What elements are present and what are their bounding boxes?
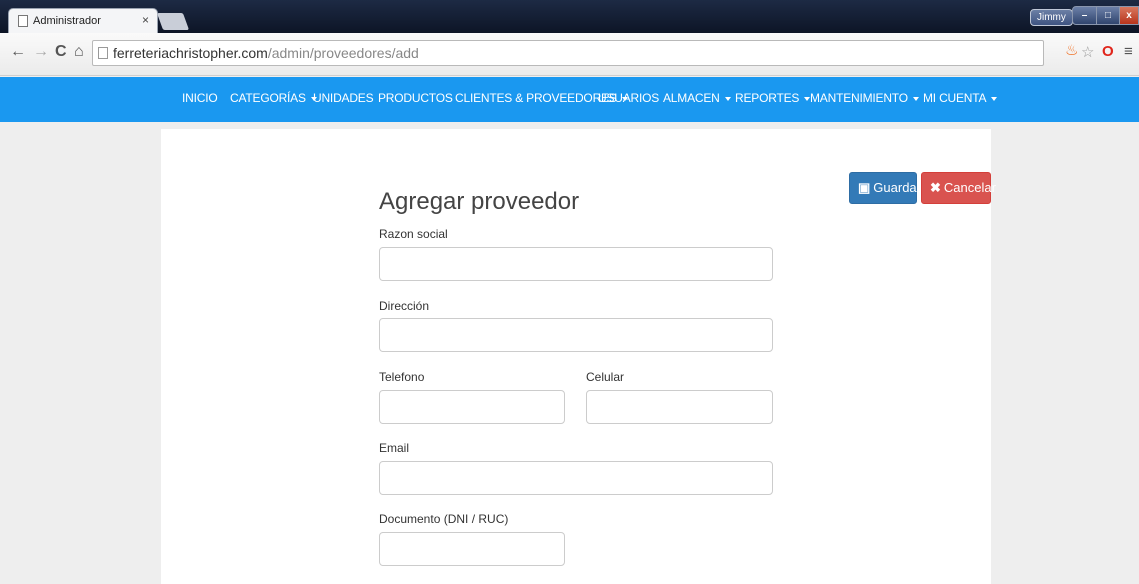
nav-label: INICIO: [182, 91, 218, 105]
nav-label: CLIENTES & PROVEEDORES: [455, 91, 617, 105]
razon-social-label: Razon social: [379, 227, 448, 241]
page-icon: [18, 15, 28, 27]
nav-almacen[interactable]: ALMACEN: [663, 91, 731, 105]
nav-label: CATEGORÍAS: [230, 91, 306, 105]
main-navbar: INICIO CATEGORÍAS UNIDADES PRODUCTOS CLI…: [0, 77, 1139, 122]
telefono-label: Telefono: [379, 370, 425, 384]
nav-label: UNIDADES: [313, 91, 374, 105]
caret-down-icon: [912, 96, 919, 101]
url-domain: ferreteriachristopher.com: [113, 45, 268, 61]
tab-close-icon[interactable]: ×: [142, 13, 149, 27]
close-icon: ✖: [930, 180, 941, 195]
page-icon: [98, 47, 108, 59]
documento-label: Documento (DNI / RUC): [379, 512, 509, 526]
floppy-disk-icon: ▣: [858, 180, 871, 195]
tab-title: Administrador: [33, 15, 101, 27]
browser-title-bar: Administrador × Jimmy – □ x: [0, 0, 1139, 33]
nav-label: ALMACEN: [663, 91, 720, 105]
new-tab-button[interactable]: [156, 13, 190, 30]
forward-icon[interactable]: →: [33, 43, 49, 61]
opera-extension-icon[interactable]: O: [1102, 43, 1114, 60]
browser-tab[interactable]: Administrador ×: [8, 8, 158, 33]
documento-input[interactable]: [379, 532, 565, 566]
save-label: Guardar: [873, 180, 921, 195]
direccion-label: Dirección: [379, 299, 430, 313]
browser-toolbar: ← → C ⌂ ferreteriachristopher.com/admin/…: [0, 33, 1139, 76]
nav-label: PRODUCTOS: [378, 91, 453, 105]
nav-label: MI CUENTA: [923, 91, 987, 105]
nav-productos[interactable]: PRODUCTOS: [378, 91, 453, 105]
nav-mi-cuenta[interactable]: MI CUENTA: [923, 91, 998, 105]
razon-social-input[interactable]: [379, 247, 773, 281]
nav-unidades[interactable]: UNIDADES: [313, 91, 374, 105]
menu-icon[interactable]: ≡: [1124, 43, 1133, 60]
email-label: Email: [379, 441, 410, 455]
home-icon[interactable]: ⌂: [74, 43, 84, 61]
minimize-button[interactable]: –: [1072, 6, 1097, 25]
reload-icon[interactable]: C: [55, 43, 67, 61]
nav-label: USUARIOS: [598, 91, 660, 105]
address-bar[interactable]: ferreteriachristopher.com/admin/proveedo…: [92, 40, 1044, 66]
celular-label: Celular: [586, 370, 625, 384]
save-button[interactable]: ▣ Guardar: [849, 172, 921, 204]
close-window-button[interactable]: x: [1119, 6, 1139, 25]
cancel-button[interactable]: ✖ Cancelar: [921, 172, 996, 204]
nav-label: MANTENIMIENTO: [810, 91, 908, 105]
nav-categorias[interactable]: CATEGORÍAS: [230, 91, 317, 105]
nav-mantenimiento[interactable]: MANTENIMIENTO: [810, 91, 919, 105]
maximize-button[interactable]: □: [1096, 6, 1120, 25]
caret-down-icon: [724, 96, 731, 101]
url-path: /admin/proveedores/add: [267, 45, 419, 61]
profile-button[interactable]: Jimmy: [1030, 9, 1073, 26]
email-input[interactable]: [379, 461, 773, 495]
nav-usuarios[interactable]: USUARIOS: [598, 91, 659, 105]
telefono-input[interactable]: [379, 390, 565, 424]
nav-reportes[interactable]: REPORTES: [735, 91, 811, 105]
caret-down-icon: [991, 96, 998, 101]
back-icon[interactable]: ←: [10, 43, 26, 61]
cancel-label: Cancelar: [943, 180, 996, 195]
direccion-input[interactable]: [379, 318, 773, 352]
nav-inicio[interactable]: INICIO: [182, 91, 218, 105]
url-text: ferreteriachristopher.com/admin/proveedo…: [113, 45, 419, 61]
flame-extension-icon[interactable]: ♨: [1065, 41, 1078, 59]
page-title: Agregar proveedor: [379, 188, 580, 215]
bookmark-star-icon[interactable]: ☆: [1081, 43, 1094, 61]
nav-label: REPORTES: [735, 91, 800, 105]
celular-input[interactable]: [586, 390, 773, 424]
